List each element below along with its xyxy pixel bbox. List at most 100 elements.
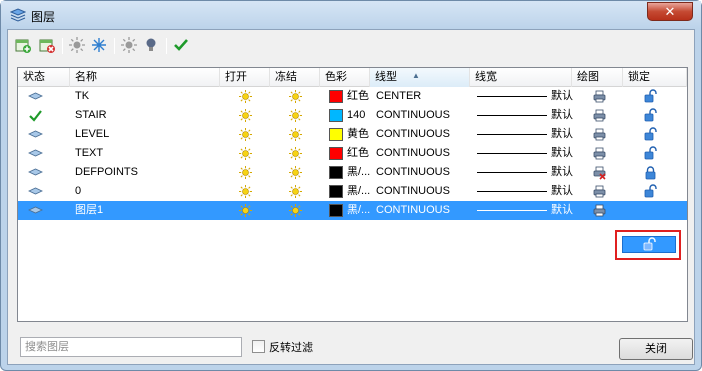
lock-cell-selected[interactable]	[622, 236, 676, 253]
layer-on-button[interactable]	[68, 36, 88, 56]
unlock-icon[interactable]	[642, 237, 657, 252]
header-status[interactable]: 状态	[18, 68, 70, 87]
layer-status-icon[interactable]	[28, 89, 43, 104]
freeze-sun-icon[interactable]	[288, 89, 303, 104]
header-on[interactable]: 打开	[220, 68, 270, 87]
color-name: 黑/...	[347, 204, 371, 216]
printer-icon[interactable]	[592, 203, 607, 218]
lineweight-value[interactable]: 默认	[551, 182, 577, 201]
layer-status-icon[interactable]	[28, 203, 43, 218]
invert-filter-checkbox[interactable]	[252, 340, 265, 353]
layer-state-button[interactable]	[120, 36, 140, 56]
layer-status-icon[interactable]	[28, 165, 43, 180]
layer-name[interactable]: STAIR	[75, 106, 220, 125]
unlock-icon[interactable]	[643, 146, 658, 161]
linetype-name[interactable]: CONTINUOUS	[376, 163, 470, 182]
window-close-button[interactable]: ✕	[647, 2, 693, 21]
no-plot-icon[interactable]	[592, 165, 607, 180]
color-swatch[interactable]	[329, 185, 343, 198]
freeze-sun-icon[interactable]	[288, 165, 303, 180]
title-bar[interactable]: 图层 ✕	[1, 1, 701, 29]
layer-on-sun-icon[interactable]	[238, 165, 253, 180]
layer-dialog: 图层 ✕ 状态 名称 打开 冻结 色彩 ▲ 线型 线宽 绘图 锁定 TK 红色 …	[0, 0, 702, 371]
header-linetype-label: 线型	[375, 71, 397, 83]
unlock-icon[interactable]	[643, 184, 658, 199]
color-name: 140	[347, 109, 366, 121]
printer-icon[interactable]	[592, 89, 607, 104]
freeze-sun-icon[interactable]	[288, 184, 303, 199]
layer-on-sun-icon[interactable]	[238, 108, 253, 123]
color-swatch[interactable]	[329, 109, 343, 122]
search-layers-input[interactable]: 搜索图层	[20, 337, 242, 357]
freeze-sun-icon[interactable]	[288, 203, 303, 218]
unlock-icon[interactable]	[643, 108, 658, 123]
apply-button[interactable]	[172, 36, 192, 56]
isolate-button[interactable]	[142, 36, 162, 56]
printer-icon[interactable]	[592, 146, 607, 161]
lineweight-value[interactable]: 默认	[551, 163, 577, 182]
layer-name[interactable]: 图层1	[75, 201, 220, 220]
table-row[interactable]: STAIR 140 CONTINUOUS 默认	[18, 106, 687, 125]
table-row[interactable]: DEFPOINTS 黑/... CONTINUOUS 默认	[18, 163, 687, 182]
lock-icon[interactable]	[643, 165, 658, 180]
freeze-sun-icon[interactable]	[288, 108, 303, 123]
unlock-icon[interactable]	[643, 89, 658, 104]
color-swatch[interactable]	[329, 204, 343, 217]
header-linetype[interactable]: ▲ 线型	[370, 68, 470, 87]
header-plot[interactable]: 绘图	[572, 68, 623, 87]
layer-on-sun-icon[interactable]	[238, 146, 253, 161]
color-swatch[interactable]	[329, 90, 343, 103]
unlock-icon[interactable]	[643, 127, 658, 142]
lineweight-value[interactable]: 默认	[551, 125, 577, 144]
freeze-sun-icon[interactable]	[288, 146, 303, 161]
table-row[interactable]: TEXT 红色 CONTINUOUS 默认	[18, 144, 687, 163]
color-swatch[interactable]	[329, 128, 343, 141]
printer-icon[interactable]	[592, 108, 607, 123]
lineweight-sample	[477, 191, 547, 192]
color-name: 黑/...	[347, 166, 371, 178]
table-row[interactable]: TK 红色 CENTER 默认	[18, 87, 687, 106]
layer-on-sun-icon[interactable]	[238, 184, 253, 199]
linetype-name[interactable]: CENTER	[376, 87, 470, 106]
layer-name[interactable]: DEFPOINTS	[75, 163, 220, 182]
color-swatch[interactable]	[329, 147, 343, 160]
linetype-name[interactable]: CONTINUOUS	[376, 201, 470, 220]
linetype-name[interactable]: CONTINUOUS	[376, 106, 470, 125]
close-button[interactable]: 关闭	[619, 338, 693, 360]
layer-status-icon[interactable]	[28, 146, 43, 161]
color-name: 黄色	[347, 128, 369, 140]
linetype-name[interactable]: CONTINUOUS	[376, 144, 470, 163]
freeze-button[interactable]	[90, 36, 110, 56]
lineweight-value[interactable]: 默认	[551, 144, 577, 163]
printer-icon[interactable]	[592, 127, 607, 142]
freeze-sun-icon[interactable]	[288, 127, 303, 142]
header-color[interactable]: 色彩	[320, 68, 370, 87]
layer-name[interactable]: LEVEL	[75, 125, 220, 144]
printer-icon[interactable]	[592, 184, 607, 199]
header-name[interactable]: 名称	[70, 68, 220, 87]
table-row[interactable]: 0 黑/... CONTINUOUS 默认	[18, 182, 687, 201]
layer-on-sun-icon[interactable]	[238, 203, 253, 218]
layer-name[interactable]: TEXT	[75, 144, 220, 163]
linetype-name[interactable]: CONTINUOUS	[376, 182, 470, 201]
color-name: 红色	[347, 90, 369, 102]
delete-layer-button[interactable]	[38, 36, 58, 56]
layer-on-sun-icon[interactable]	[238, 127, 253, 142]
layer-on-sun-icon[interactable]	[238, 89, 253, 104]
table-row[interactable]: LEVEL 黄色 CONTINUOUS 默认	[18, 125, 687, 144]
lineweight-value[interactable]: 默认	[551, 106, 577, 125]
header-lineweight[interactable]: 线宽	[470, 68, 572, 87]
layer-status-icon[interactable]	[28, 127, 43, 142]
color-swatch[interactable]	[329, 166, 343, 179]
lineweight-value[interactable]: 默认	[551, 87, 577, 106]
header-lock[interactable]: 锁定	[623, 68, 687, 87]
table-row[interactable]: 图层1 黑/... CONTINUOUS 默认	[18, 201, 687, 220]
layer-name[interactable]: 0	[75, 182, 220, 201]
header-freeze[interactable]: 冻结	[270, 68, 320, 87]
layer-status-icon[interactable]	[28, 184, 43, 199]
linetype-name[interactable]: CONTINUOUS	[376, 125, 470, 144]
new-layer-button[interactable]	[14, 36, 34, 56]
current-layer-check-icon[interactable]	[28, 108, 43, 123]
lineweight-value[interactable]: 默认	[551, 201, 577, 220]
layer-name[interactable]: TK	[75, 87, 220, 106]
